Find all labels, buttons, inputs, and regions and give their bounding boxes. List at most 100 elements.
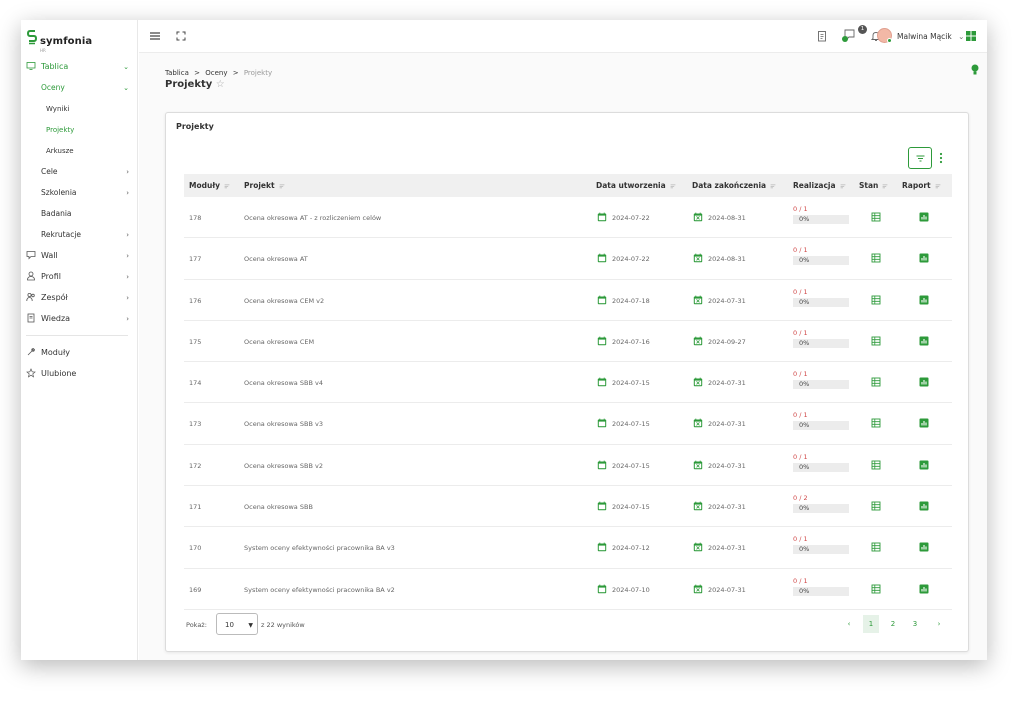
- sidebar-divider: [26, 335, 128, 336]
- page-title-text: Projekty: [165, 79, 213, 90]
- calendar-end-icon: [693, 460, 703, 470]
- progress-percent: 0%: [799, 586, 810, 595]
- project-name: Ocena okresowa AT: [244, 255, 308, 264]
- column-header-2[interactable]: Data utworzenia: [596, 181, 677, 190]
- report-chart-icon[interactable]: [919, 584, 929, 594]
- pagination-page-2[interactable]: 2: [885, 615, 901, 633]
- table-row[interactable]: 170 System oceny efektywności pracownika …: [184, 527, 952, 569]
- sidebar-item-wiedza[interactable]: Wiedza ›: [21, 308, 138, 329]
- column-header-0[interactable]: Moduły: [189, 181, 231, 190]
- sidebar-item-oceny[interactable]: Oceny ⌄: [21, 77, 138, 98]
- sort-icon: [769, 183, 777, 189]
- progress-fraction: 0 / 1: [793, 205, 808, 213]
- status-table-icon[interactable]: [871, 501, 881, 511]
- report-chart-icon[interactable]: [919, 212, 929, 222]
- sidebar-item-label: Moduły: [41, 348, 70, 357]
- calendar-icon: [597, 212, 607, 222]
- sidebar-item-ulubione[interactable]: Ulubione: [21, 363, 138, 384]
- pagination-page-1[interactable]: 1: [863, 615, 879, 633]
- brand-name: symfonia: [40, 36, 93, 47]
- table-row[interactable]: 171 Ocena okresowa SBB 2024-07-15 2024-07-3…: [184, 486, 952, 528]
- report-chart-icon[interactable]: [919, 460, 929, 470]
- calendar-icon: [597, 253, 607, 263]
- status-table-icon[interactable]: [871, 542, 881, 552]
- progress-fraction: 0 / 2: [793, 494, 808, 503]
- created-date: 2024-07-22: [612, 214, 650, 222]
- sidebar-item-badania[interactable]: Badania: [21, 203, 138, 224]
- book-icon: [26, 313, 36, 323]
- status-table-icon[interactable]: [871, 418, 881, 428]
- module-id: 170: [189, 544, 202, 553]
- table-row[interactable]: 169 System oceny efektywności pracownika …: [184, 569, 952, 610]
- column-header-3[interactable]: Data zakończenia: [692, 181, 777, 190]
- calendar-end-icon: [693, 377, 703, 387]
- status-table-icon[interactable]: [871, 336, 881, 346]
- progress-percent: 0%: [799, 421, 810, 430]
- sidebar-item-moduły[interactable]: Moduły: [21, 342, 138, 363]
- report-chart-icon[interactable]: [919, 377, 929, 387]
- sidebar-item-arkusze[interactable]: Arkusze: [21, 140, 138, 161]
- sidebar-item-tablica[interactable]: Tablica ⌄: [21, 56, 138, 77]
- report-chart-icon[interactable]: [919, 501, 929, 511]
- report-chart-icon[interactable]: [919, 418, 929, 428]
- status-table-icon[interactable]: [871, 377, 881, 387]
- column-header-4[interactable]: Realizacja: [793, 181, 847, 190]
- module-id: 175: [189, 337, 202, 346]
- report-chart-icon[interactable]: [919, 542, 929, 552]
- sidebar-item-profil[interactable]: Profil ›: [21, 266, 138, 287]
- breadcrumb-item-tablica[interactable]: Tablica: [165, 69, 189, 77]
- messages-icon[interactable]: [841, 28, 856, 43]
- status-table-icon[interactable]: [871, 460, 881, 470]
- sidebar-item-wall[interactable]: Wall ›: [21, 245, 138, 266]
- status-table-icon[interactable]: [871, 295, 881, 305]
- column-header-6[interactable]: Raport: [902, 181, 942, 190]
- status-table-icon[interactable]: [871, 584, 881, 594]
- module-id: 176: [189, 296, 202, 305]
- sidebar: symfonia HR Tablica ⌄ Oceny ⌄ Wyniki Projekty…: [21, 20, 138, 660]
- pagination-next-button[interactable]: ›: [931, 615, 947, 633]
- page-size-select[interactable]: 10 ▼: [216, 613, 258, 635]
- sidebar-item-szkolenia[interactable]: Szkolenia ›: [21, 182, 138, 203]
- filter-button[interactable]: [908, 147, 932, 169]
- apps-grid-icon[interactable]: [965, 30, 977, 42]
- user-menu[interactable]: Malwina Mącik ⌄: [897, 32, 964, 41]
- report-chart-icon[interactable]: [919, 295, 929, 305]
- column-header-1[interactable]: Projekt: [244, 181, 286, 190]
- sidebar-item-cele[interactable]: Cele ›: [21, 161, 138, 182]
- project-name: System oceny efektywności pracownika BA …: [244, 585, 395, 594]
- column-header-5[interactable]: Stan: [859, 181, 889, 190]
- module-id: 171: [189, 503, 202, 512]
- table-row[interactable]: 177 Ocena okresowa AT 2024-07-22 2024-08-31…: [184, 238, 952, 280]
- table-row[interactable]: 174 Ocena okresowa SBB v4 2024-07-15 2024-0…: [184, 362, 952, 404]
- pagination-prev-button[interactable]: ‹: [841, 615, 857, 633]
- table-row[interactable]: 178 Ocena okresowa AT - z rozliczeniem ce…: [184, 197, 952, 239]
- report-chart-icon[interactable]: [919, 253, 929, 263]
- table-row[interactable]: 175 Ocena okresowa CEM 2024-07-16 2024-09-2…: [184, 321, 952, 363]
- end-date: 2024-07-31: [708, 544, 746, 553]
- more-options-icon[interactable]: [937, 151, 945, 165]
- favorite-star-icon[interactable]: ☆: [216, 79, 225, 90]
- brand-logo[interactable]: symfonia HR: [27, 29, 92, 53]
- sidebar-item-label: Projekty: [46, 125, 75, 134]
- report-chart-icon[interactable]: [919, 336, 929, 346]
- table-row[interactable]: 173 Ocena okresowa SBB v3 2024-07-15 2024-0…: [184, 403, 952, 445]
- sidebar-item-rekrutacje[interactable]: Rekrutacje ›: [21, 224, 138, 245]
- breadcrumb-item-oceny[interactable]: Oceny: [205, 69, 227, 77]
- sidebar-item-wyniki[interactable]: Wyniki: [21, 98, 138, 119]
- table-header: Moduły Projekt Data utworzenia Data zakończ…: [184, 174, 952, 197]
- calendar-icon: [597, 584, 607, 594]
- clipboard-icon[interactable]: [816, 30, 828, 42]
- table-row[interactable]: 172 Ocena okresowa SBB v2 2024-07-15 2024-0…: [184, 445, 952, 487]
- results-count: z 22 wyników: [261, 621, 305, 629]
- app-window: symfonia HR Tablica ⌄ Oceny ⌄ Wyniki Projekty…: [21, 20, 987, 660]
- sidebar-item-projekty[interactable]: Projekty: [21, 119, 138, 140]
- lightbulb-icon[interactable]: [971, 64, 979, 76]
- pagination-page-3[interactable]: 3: [907, 615, 923, 633]
- fullscreen-icon[interactable]: [175, 30, 187, 42]
- table-row[interactable]: 176 Ocena okresowa CEM v2 2024-07-18 2024-0…: [184, 280, 952, 321]
- sidebar-item-zespół[interactable]: Zespół ›: [21, 287, 138, 308]
- end-date: 2024-07-31: [708, 503, 746, 512]
- status-table-icon[interactable]: [871, 212, 881, 222]
- hamburger-menu-icon[interactable]: [149, 30, 161, 42]
- status-table-icon[interactable]: [871, 253, 881, 263]
